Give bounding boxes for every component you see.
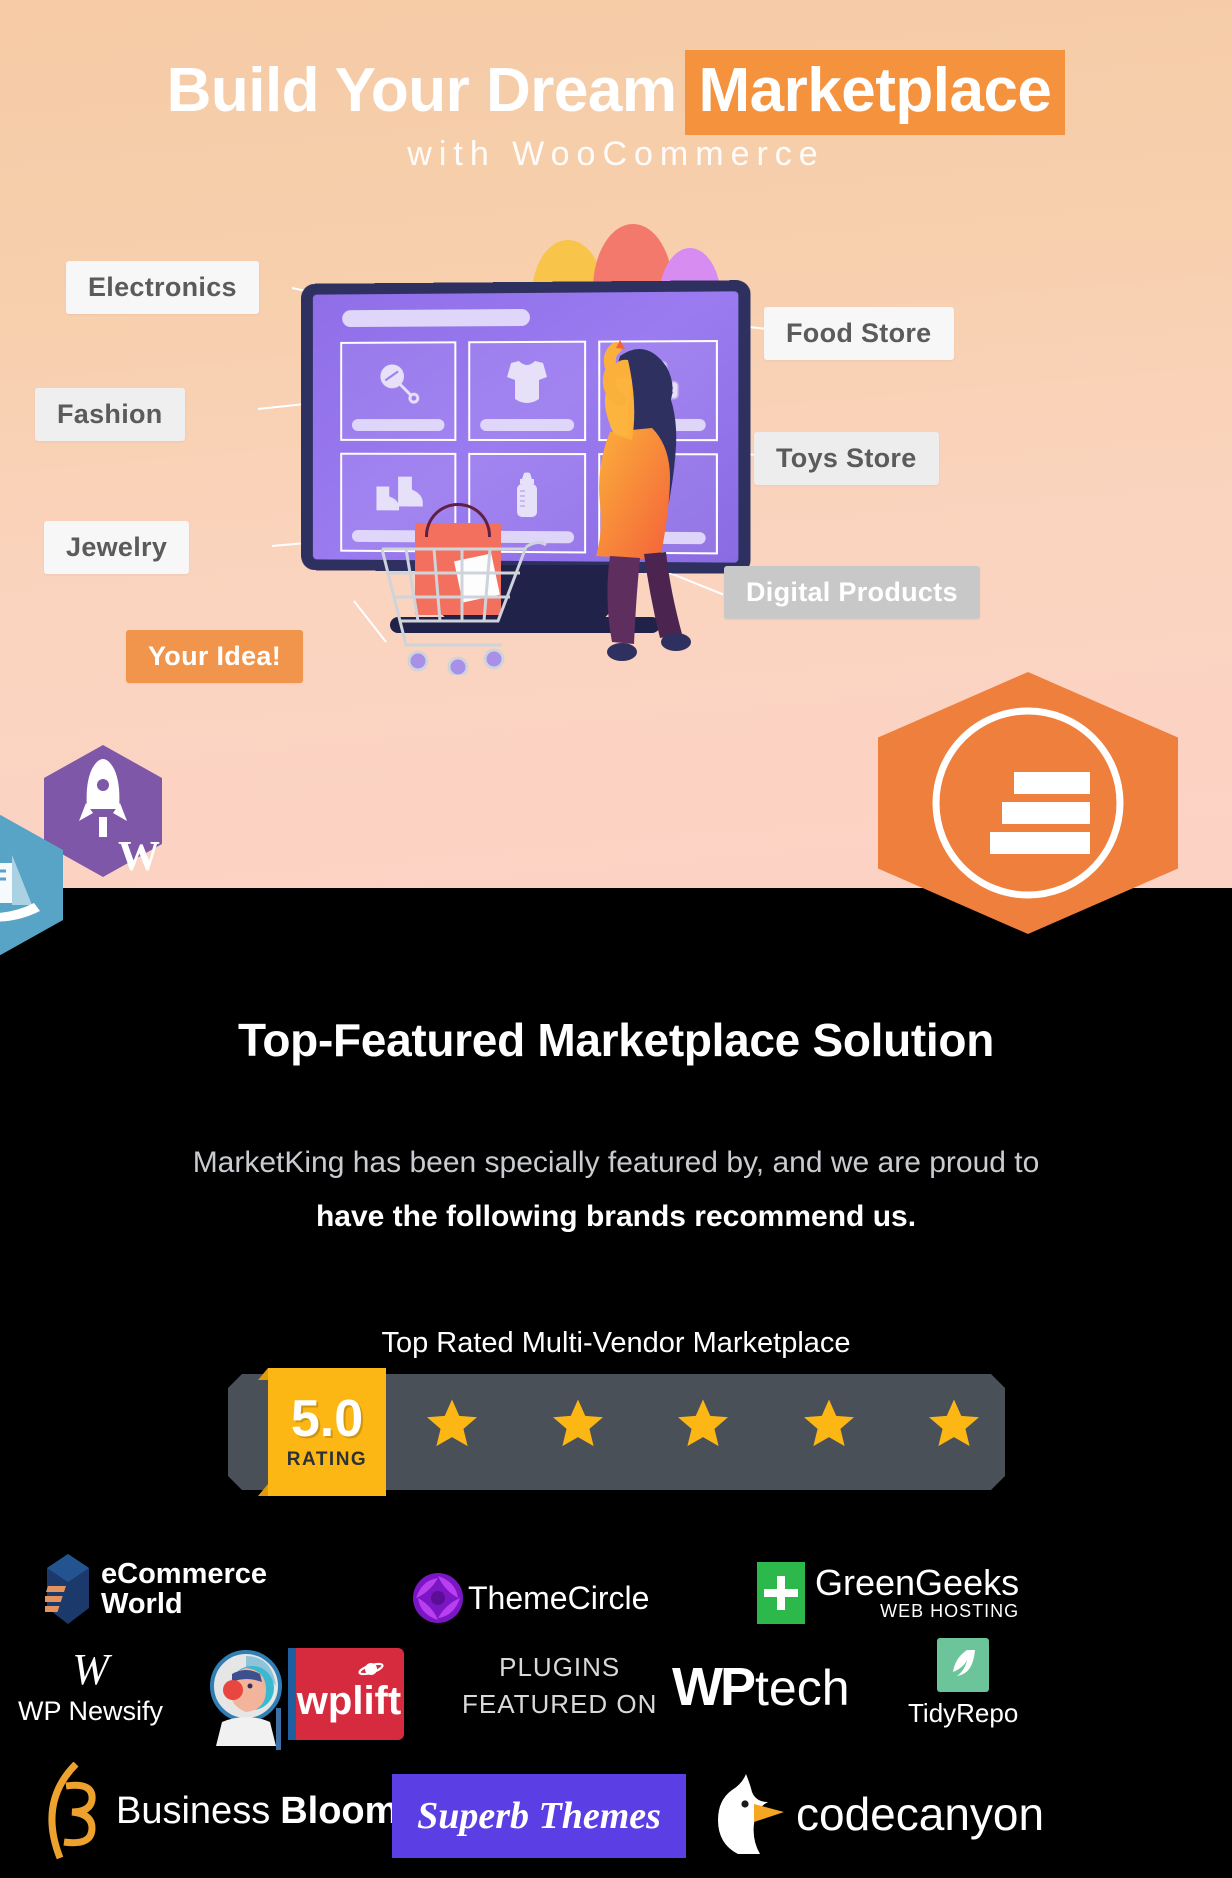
category-label-fashion[interactable]: Fashion: [35, 388, 185, 441]
page-title: Build Your Dream Marketplace: [0, 50, 1232, 135]
laptop-review-badge: [0, 815, 63, 955]
hero-subtitle: with WooCommerce: [407, 135, 825, 173]
greengeeks-label: GreenGeeks: [815, 1561, 1020, 1603]
category-label-electronics[interactable]: Electronics: [66, 261, 259, 314]
wp-newsify-label: WP Newsify: [18, 1696, 164, 1726]
business-bloomer-icon: [48, 1762, 96, 1860]
tidyrepo-icon: [937, 1638, 990, 1692]
brand-logo-greengeeks[interactable]: GreenGeeks WEB HOSTING: [757, 1562, 1019, 1624]
greengeeks-plus-icon: [757, 1562, 805, 1624]
shopping-cart-icon: [376, 525, 547, 678]
category-label-jewelry[interactable]: Jewelry: [44, 521, 190, 574]
badge-letter-w: W: [118, 834, 160, 880]
plugins-featured-line1: PLUGINS: [499, 1652, 621, 1682]
star-row: [423, 1396, 983, 1452]
ecommerce-world-icon: [45, 1554, 89, 1624]
shopper-person: [558, 340, 691, 670]
brand-logo-plugins-featured-on: PLUGINS FEATURED ON: [462, 1652, 657, 1720]
brand-logo-tidyrepo[interactable]: TidyRepo: [908, 1638, 1018, 1729]
brand-logo-wplift[interactable]: wplift: [198, 1638, 418, 1750]
business-bloomer-light: Business: [116, 1789, 271, 1832]
category-label-digital-products[interactable]: Digital Products: [724, 566, 980, 619]
brand-logo-wp-newsify[interactable]: W WP Newsify: [18, 1648, 163, 1727]
product-tile-rattle: [340, 341, 457, 441]
title-part-1: Build Your Dream: [166, 56, 677, 125]
brand-logo-wptech[interactable]: WP tech: [672, 1656, 850, 1718]
infographic-page: Build Your Dream Marketplace with WooComm…: [0, 0, 1232, 1878]
featured-line-2: have the following brands recommend us.: [315, 1200, 917, 1233]
rating-score-label: RATING: [286, 1449, 368, 1470]
star-icon: [427, 1399, 477, 1447]
rattle-toy-icon: [342, 357, 454, 409]
star-icon: [678, 1399, 728, 1447]
wplift-flag: wplift: [288, 1648, 404, 1740]
greengeeks-sub: WEB HOSTING: [880, 1600, 1020, 1621]
superb-themes-label: Superb Themes: [417, 1795, 661, 1837]
ecommerce-world-line2: World: [101, 1588, 183, 1620]
tile-price-bar: [352, 419, 445, 431]
rating-caption: Top Rated Multi-Vendor Marketplace: [381, 1327, 851, 1359]
rating-score-block: 5.0 RATING: [268, 1368, 386, 1496]
brand-logo-codecanyon[interactable]: codecanyon: [712, 1770, 1044, 1858]
wptech-bold: WP: [672, 1657, 756, 1717]
wp-newsify-mark: W: [72, 1645, 109, 1694]
star-icon: [552, 1399, 603, 1447]
brand-logo-ecommerce-world[interactable]: eCommerce World: [45, 1552, 267, 1626]
themecircle-label: ThemeCircle: [468, 1579, 650, 1616]
wptech-light: tech: [755, 1660, 850, 1716]
screen-searchbar: [342, 308, 530, 328]
star-icon: [929, 1399, 979, 1447]
ecommerce-world-line1: eCommerce: [101, 1557, 268, 1590]
brand-logo-superb-themes[interactable]: Superb Themes: [392, 1774, 686, 1858]
list-circle-badge: [878, 672, 1178, 934]
rating-score-value: 5.0: [290, 1390, 364, 1448]
title-highlight: Marketplace: [684, 50, 1066, 135]
brand-logo-business-bloomer[interactable]: Business Bloomer: [30, 1762, 434, 1860]
codecanyon-label: codecanyon: [796, 1788, 1045, 1840]
themecircle-icon: [413, 1573, 463, 1623]
category-label-your-idea[interactable]: Your Idea!: [126, 630, 304, 683]
wplift-label: wplift: [296, 1678, 402, 1723]
brand-logo-themecircle[interactable]: ThemeCircle: [412, 1572, 649, 1624]
category-label-food-store[interactable]: Food Store: [764, 307, 954, 360]
star-icon: [803, 1399, 854, 1447]
category-label-toys-store[interactable]: Toys Store: [754, 432, 939, 485]
featured-heading: Top-Featured Marketplace Solution: [238, 1014, 994, 1066]
codecanyon-bird-icon: [718, 1774, 784, 1854]
plugins-featured-line2: FEATURED ON: [462, 1689, 658, 1719]
brand-logo-grid: eCommerce World ThemeCircle GreenGeeks W…: [0, 1530, 1232, 1878]
marketplace-illustration: A B C: [290, 225, 760, 690]
tidyrepo-label: TidyRepo: [908, 1698, 1019, 1728]
rating-badge: 5.0 RATING: [228, 1368, 1005, 1496]
featured-line-1: MarketKing has been specially featured b…: [192, 1146, 1040, 1179]
